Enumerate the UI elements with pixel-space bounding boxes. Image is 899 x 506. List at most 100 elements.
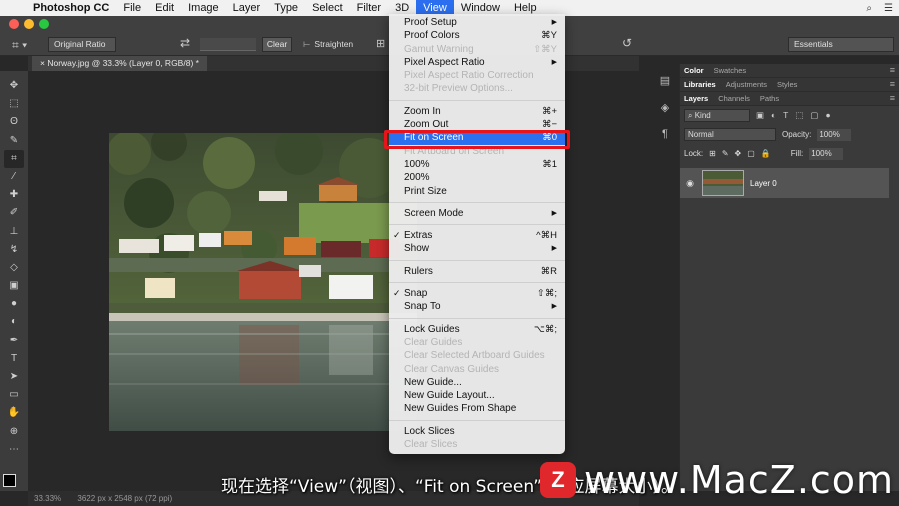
tab-channels[interactable]: Channels [718,94,750,103]
zoom-tool-icon[interactable]: ⊕ [4,423,24,441]
properties-panel-icon[interactable]: ◈ [661,101,669,114]
menu-edit[interactable]: Edit [148,0,181,16]
menu-clear-artboard-guides[interactable]: Clear Selected Artboard Guides [389,349,565,362]
path-select-tool-icon[interactable]: ➤ [4,368,24,386]
lock-artboard-icon[interactable]: ▢ [747,149,755,158]
menu-new-guide-layout[interactable]: New Guide Layout... [389,389,565,402]
smart-object-filter-icon[interactable]: ▢ [810,110,818,121]
menu-new-guide[interactable]: New Guide... [389,376,565,389]
menu-print-size[interactable]: Print Size [389,185,565,198]
menu-new-guides-from-shape[interactable]: New Guides From Shape [389,402,565,415]
straighten-button[interactable]: ⊢ Straighten [303,39,353,50]
paragraph-panel-icon[interactable]: ¶ [662,128,668,140]
dodge-tool-icon[interactable]: ◐ [4,313,24,331]
tab-styles[interactable]: Styles [777,80,797,89]
history-panel-icon[interactable]: ▤ [660,74,670,87]
menu-select[interactable]: Select [305,0,350,16]
minimize-window-button[interactable] [24,19,34,29]
zoom-window-button[interactable] [39,19,49,29]
menu-file[interactable]: File [116,0,148,16]
type-filter-icon[interactable]: T [783,110,788,121]
adjustment-filter-icon[interactable]: ◐ [771,110,776,121]
shape-filter-icon[interactable]: ⬚ [795,110,803,121]
healing-tool-icon[interactable]: ✚ [4,186,24,204]
layer-row[interactable]: ◉ Layer 0 [680,168,889,198]
menu-clear-canvas-guides[interactable]: Clear Canvas Guides [389,363,565,376]
tab-color[interactable]: Color [684,66,704,75]
tab-layers[interactable]: Layers [684,94,708,103]
tab-libraries[interactable]: Libraries [684,80,716,89]
menu-lock-guides[interactable]: Lock Guides ⌥⌘; [389,323,565,336]
lock-all-icon[interactable]: 🔒 [761,149,771,158]
menu-rulers[interactable]: Rulers ⌘R [389,265,565,278]
panel-menu-icon[interactable]: ≡ [890,79,895,89]
ratio-select[interactable]: Original Ratio [48,37,116,52]
quick-select-tool-icon[interactable]: ✎ [4,132,24,150]
panel-menu-icon[interactable]: ≡ [890,65,895,75]
stamp-tool-icon[interactable]: ⊥ [4,223,24,241]
menu-clear-slices[interactable]: Clear Slices [389,438,565,451]
history-brush-tool-icon[interactable]: ↯ [4,241,24,259]
menu-photoshop[interactable]: Photoshop CC [26,0,116,16]
crop-tool-icon[interactable]: ⌗ [4,149,24,168]
lock-pixels-icon[interactable]: ⊞ [709,149,716,158]
hand-tool-icon[interactable]: ✋ [4,404,24,422]
ratio-height-field[interactable] [200,38,256,51]
menu-zoom-in[interactable]: Zoom In ⌘+ [389,105,565,118]
menu-pixel-aspect-ratio[interactable]: Pixel Aspect Ratio ▶ [389,56,565,69]
workspace-select[interactable]: Essentials [788,37,894,52]
menu-screen-mode[interactable]: Screen Mode ▶ [389,207,565,220]
eraser-tool-icon[interactable]: ◇ [4,259,24,277]
tab-adjustments[interactable]: Adjustments [726,80,767,89]
menu-snap[interactable]: ✓ Snap ⇧⌘; [389,287,565,300]
overlay-grid-icon[interactable]: ⊞ [376,37,385,50]
swap-icon[interactable]: ⇄ [180,36,190,50]
menu-pixel-aspect-ratio-correction[interactable]: Pixel Aspect Ratio Correction [389,69,565,82]
search-icon[interactable]: ⌕ [866,3,872,14]
blur-tool-icon[interactable]: ● [4,295,24,313]
reset-icon[interactable]: ↺ [622,36,632,50]
marquee-tool-icon[interactable]: ⬚ [4,95,24,113]
menu-type[interactable]: Type [267,0,305,16]
lock-paint-icon[interactable]: ✎ [722,149,729,158]
shape-tool-icon[interactable]: ▭ [4,386,24,404]
pen-tool-icon[interactable]: ✒ [4,332,24,350]
menu-gamut-warning[interactable]: Gamut Warning ⇧⌘Y [389,43,565,56]
opacity-field[interactable]: 100% [817,128,852,141]
kind-filter-select[interactable]: ⌕ Kind [684,109,750,122]
fill-field[interactable]: 100% [809,147,844,160]
menu-100-percent[interactable]: 100% ⌘1 [389,158,565,171]
brush-tool-icon[interactable]: ✐ [4,204,24,222]
menu-32bit-preview[interactable]: 32-bit Preview Options... [389,82,565,95]
menu-layer[interactable]: Layer [226,0,268,16]
menu-proof-colors[interactable]: Proof Colors ⌘Y [389,29,565,42]
blend-mode-select[interactable]: Normal [684,128,776,141]
document-photo[interactable] [109,133,417,431]
panel-menu-icon[interactable]: ≡ [890,93,895,103]
menu-snap-to[interactable]: Snap To ▶ [389,300,565,313]
menu-image[interactable]: Image [181,0,226,16]
eyedropper-tool-icon[interactable]: ⁄ [4,168,24,186]
pixel-filter-icon[interactable]: ▣ [756,110,764,121]
menu-200-percent[interactable]: 200% [389,171,565,184]
crop-tool-icon[interactable]: ⌗ ▾ [12,38,27,53]
menu-extras[interactable]: ✓ Extras ^⌘H [389,229,565,242]
lock-position-icon[interactable]: ✥ [735,149,742,158]
filter-toggle-icon[interactable]: ● [825,110,830,121]
more-tools-icon[interactable]: ⋯ [4,441,24,459]
visibility-eye-icon[interactable]: ◉ [680,178,700,189]
menu-filter[interactable]: Filter [350,0,388,16]
menu-lock-slices[interactable]: Lock Slices [389,425,565,438]
lasso-tool-icon[interactable]: ʘ [4,113,24,131]
clear-button[interactable]: Clear [262,37,292,52]
tab-swatches[interactable]: Swatches [714,66,747,75]
menu-show[interactable]: Show ▶ [389,242,565,255]
close-window-button[interactable] [9,19,19,29]
gradient-tool-icon[interactable]: ▣ [4,277,24,295]
document-tab[interactable]: × Norway.jpg @ 33.3% (Layer 0, RGB/8) * [32,56,207,71]
list-icon[interactable]: ☰ [884,3,893,14]
tab-paths[interactable]: Paths [760,94,779,103]
type-tool-icon[interactable]: T [4,350,24,368]
menu-clear-guides[interactable]: Clear Guides [389,336,565,349]
menu-proof-setup[interactable]: Proof Setup ▶ [389,16,565,29]
